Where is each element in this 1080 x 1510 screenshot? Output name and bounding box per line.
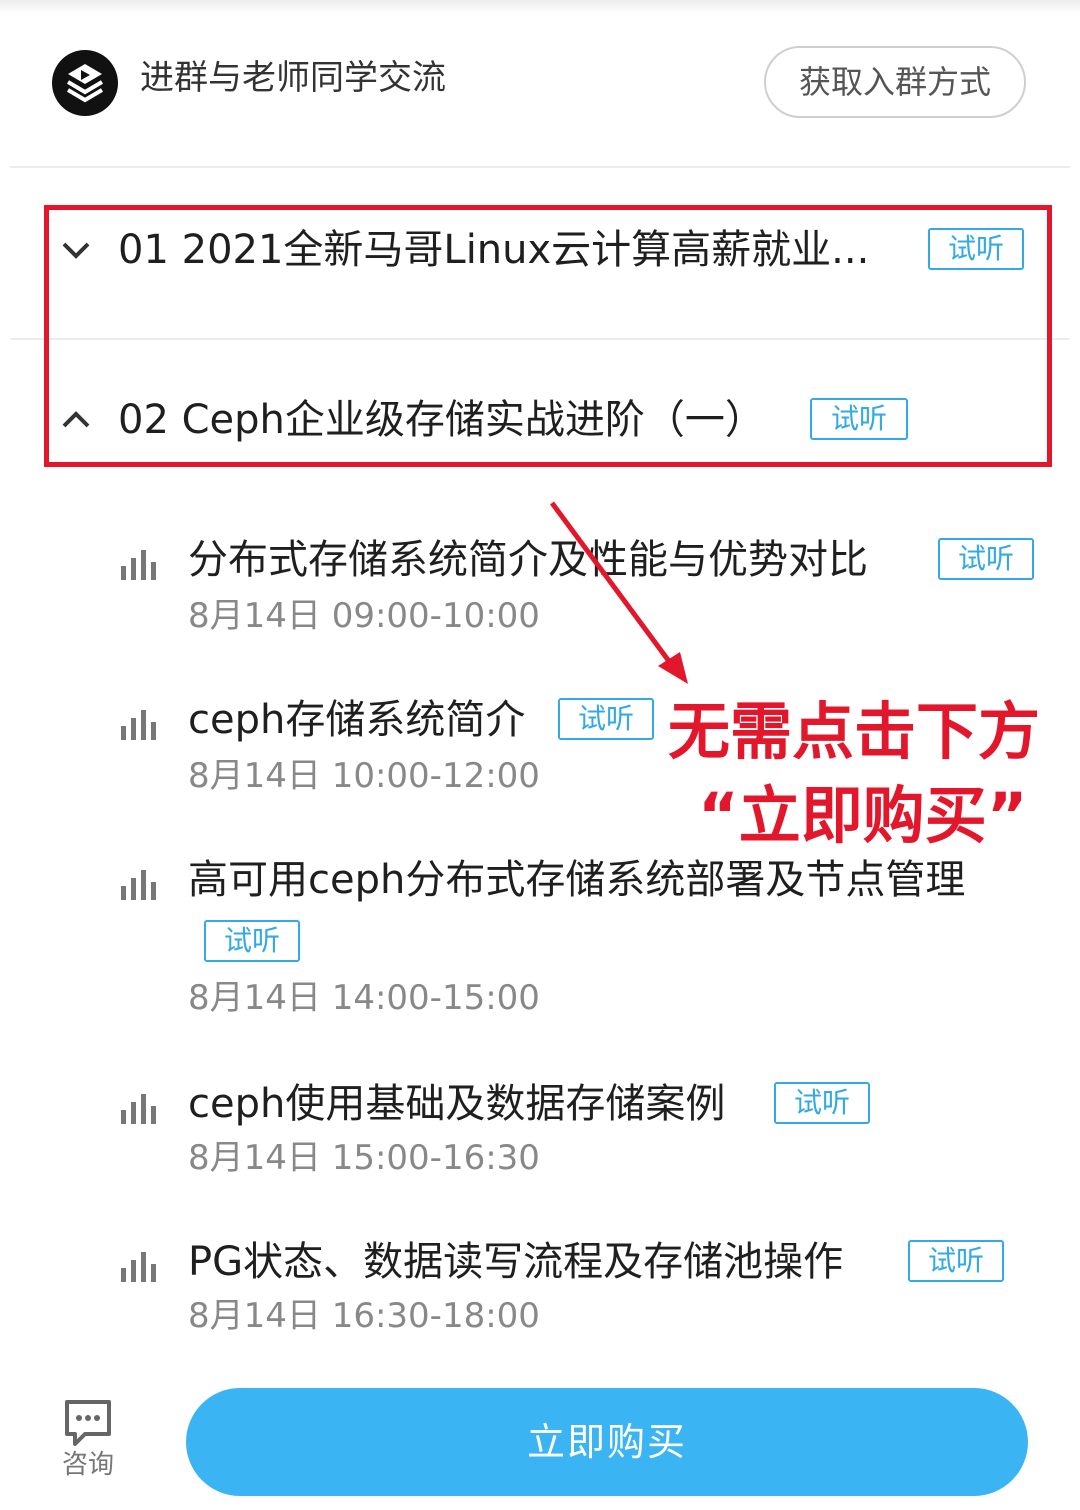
- lesson-time: 8月14日 15:00-16:30: [188, 1138, 540, 1178]
- highlight-box: [44, 205, 1052, 467]
- course-page: 进群与老师同学交流 获取入群方式 01 2021全新马哥Linux云计算高薪就业…: [0, 0, 1080, 1510]
- audio-bars-icon: [121, 710, 156, 740]
- get-group-button[interactable]: 获取入群方式: [764, 46, 1026, 118]
- lesson-time: 8月14日 09:00-10:00: [188, 596, 540, 636]
- consult-button[interactable]: 咨询: [52, 1398, 124, 1488]
- lesson-time: 8月14日 14:00-15:00: [188, 978, 540, 1018]
- divider: [10, 166, 1070, 168]
- lesson-time: 8月14日 10:00-12:00: [188, 756, 540, 796]
- bottom-bar: 咨询 立即购买: [0, 1370, 1080, 1510]
- trial-tag[interactable]: 试听: [774, 1082, 870, 1124]
- audio-bars-icon: [121, 550, 156, 580]
- audio-bars-icon: [121, 870, 156, 900]
- annotation-text-line2: “立即购买”: [698, 779, 1028, 852]
- trial-tag[interactable]: 试听: [938, 538, 1034, 580]
- lesson-time: 8月14日 16:30-18:00: [188, 1296, 540, 1336]
- buy-now-button[interactable]: 立即购买: [186, 1388, 1028, 1496]
- trial-tag[interactable]: 试听: [558, 698, 654, 740]
- audio-bars-icon: [121, 1252, 156, 1282]
- top-shadow: [0, 0, 1080, 14]
- annotation-text-line1: 无需点击下方: [668, 695, 1041, 768]
- lesson-title: 高可用ceph分布式存储系统部署及节点管理: [188, 857, 966, 903]
- lesson-title: ceph使用基础及数据存储案例: [188, 1081, 726, 1127]
- lesson-title: PG状态、数据读写流程及存储池操作: [188, 1239, 844, 1285]
- school-logo-icon: [52, 50, 118, 116]
- lesson-title: ceph存储系统简介: [188, 697, 526, 743]
- lesson-title: 分布式存储系统简介及性能与优势对比: [188, 537, 868, 583]
- trial-tag[interactable]: 试听: [204, 920, 300, 962]
- trial-tag[interactable]: 试听: [908, 1240, 1004, 1282]
- group-row: 进群与老师同学交流 获取入群方式: [0, 30, 1080, 130]
- consult-label: 咨询: [61, 1450, 114, 1480]
- audio-bars-icon: [121, 1094, 156, 1124]
- group-join-text: 进群与老师同学交流: [140, 58, 446, 98]
- chat-icon: [65, 1400, 111, 1446]
